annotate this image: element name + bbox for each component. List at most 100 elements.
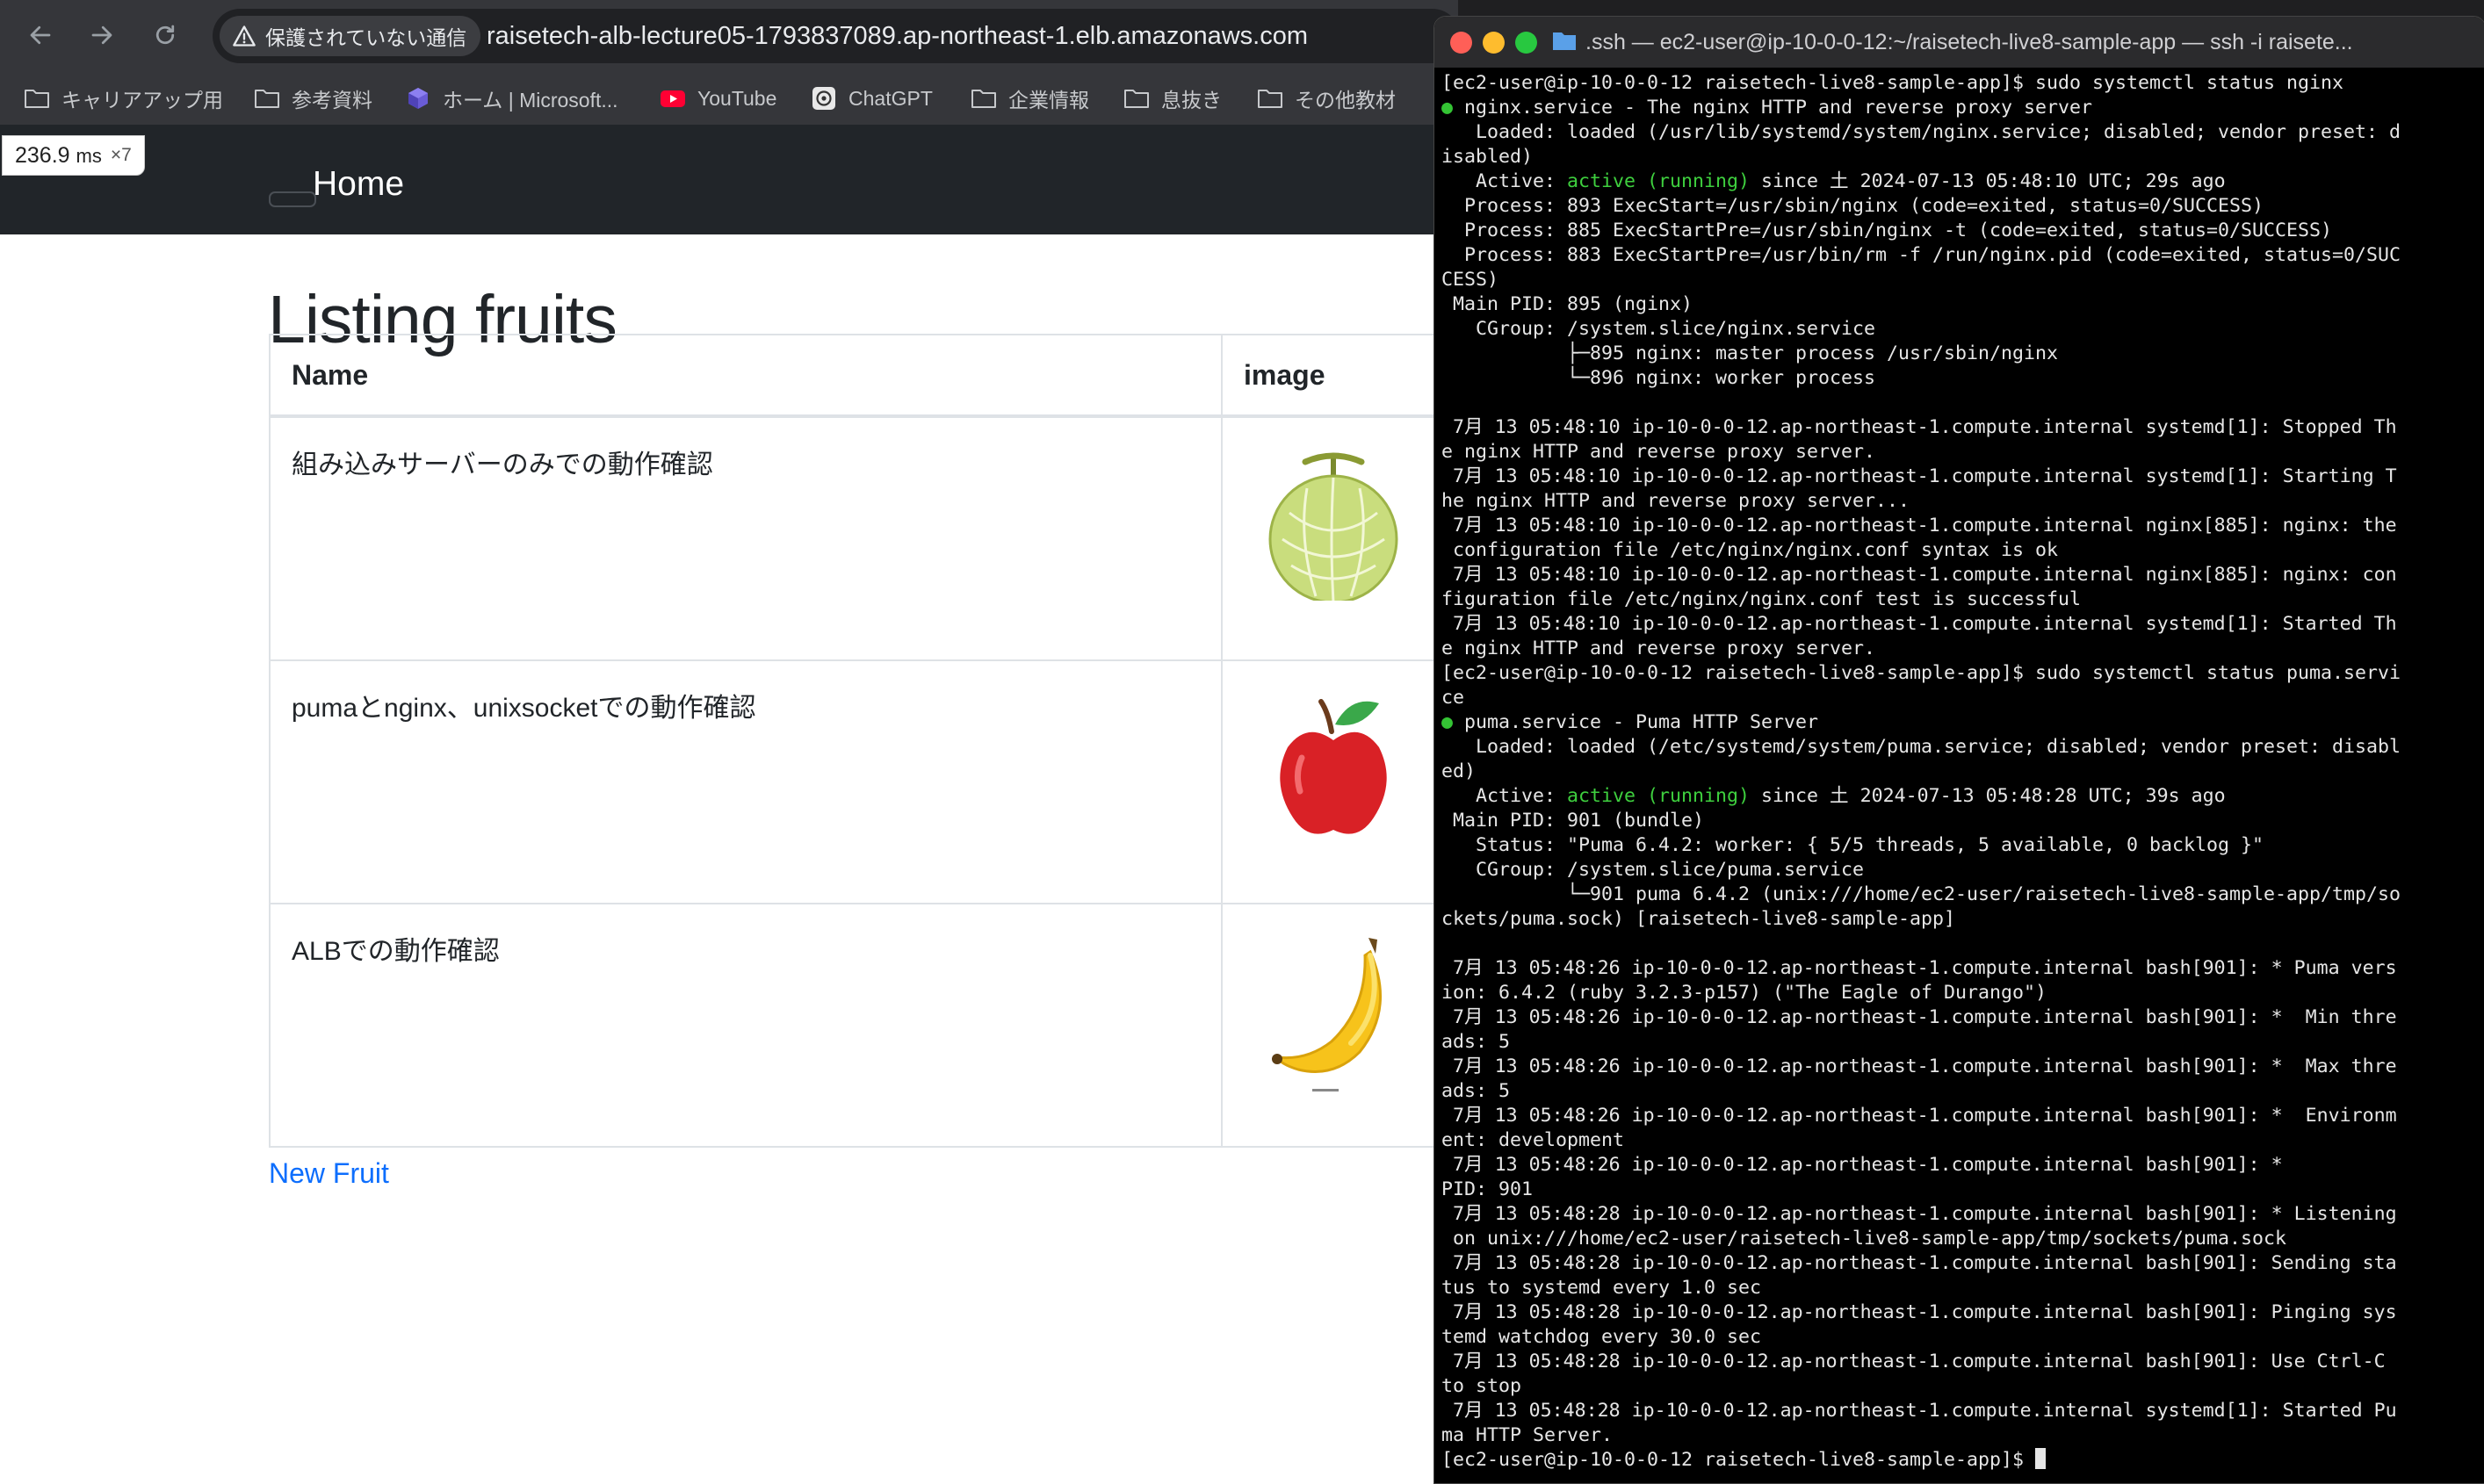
folder-icon bbox=[25, 90, 49, 108]
terminal-line: 7月 13 05:48:28 ip-10-0-0-12.ap-northeast… bbox=[1441, 1203, 2397, 1225]
perf-multiplier: ×7 bbox=[110, 145, 132, 165]
browser-toolbar: 保護されていない通信 raisetech-alb-lecture05-17938… bbox=[0, 0, 1460, 72]
terminal-line: Main PID: 895 (nginx) bbox=[1441, 293, 1693, 315]
banana-image bbox=[1272, 938, 1383, 1091]
navbar-toggler[interactable] bbox=[269, 191, 316, 207]
bookmark-youtube[interactable]: YouTube bbox=[659, 72, 776, 125]
bookmark-companies[interactable]: 企業情報 bbox=[970, 72, 1089, 125]
terminal-line: 7月 13 05:48:26 ip-10-0-0-12.ap-northeast… bbox=[1441, 1055, 2397, 1077]
terminal-line: 7月 13 05:48:26 ip-10-0-0-12.ap-northeast… bbox=[1441, 1006, 2397, 1028]
terminal-line: configuration file /etc/nginx/nginx.conf… bbox=[1441, 539, 2059, 561]
terminal-line: CGroup: /system.slice/puma.service bbox=[1441, 859, 1865, 881]
reload-button[interactable] bbox=[142, 12, 188, 58]
terminal-line: Process: 893 ExecStart=/usr/sbin/nginx (… bbox=[1441, 195, 2264, 217]
bookmarks-bar: キャリアアップ用 参考資料 ホーム | Microsoft... YouTube… bbox=[0, 72, 1458, 126]
new-fruit-link[interactable]: New Fruit bbox=[269, 1157, 389, 1190]
terminal-line: Status: "Puma 6.4.2: worker: { 5/5 threa… bbox=[1441, 834, 2264, 856]
terminal-line: [ec2-user@ip-10-0-0-12 raisetech-live8-s… bbox=[1441, 1448, 2478, 1473]
bookmark-microsoft[interactable]: ホーム | Microsoft... bbox=[404, 72, 618, 125]
forward-button[interactable] bbox=[79, 12, 125, 58]
folder-icon bbox=[1124, 90, 1149, 108]
address-bar[interactable]: 保護されていない通信 raisetech-alb-lecture05-17938… bbox=[213, 9, 1460, 63]
warning-icon bbox=[233, 25, 256, 47]
terminal-title: .ssh — ec2-user@ip-10-0-0-12:~/raisetech… bbox=[1585, 30, 2353, 54]
terminal-line: Loaded: loaded (/usr/lib/systemd/system/… bbox=[1441, 121, 2401, 143]
terminal-line: Active: active (running) since 土 2024-07… bbox=[1441, 785, 2226, 807]
bookmark-break[interactable]: 息抜き bbox=[1123, 72, 1222, 125]
terminal-line: ed) bbox=[1441, 760, 1477, 782]
terminal-line: Process: 885 ExecStartPre=/usr/sbin/ngin… bbox=[1441, 220, 2333, 241]
app-navbar bbox=[0, 125, 1458, 234]
security-label: 保護されていない通信 bbox=[265, 26, 467, 49]
terminal-line: CESS) bbox=[1441, 269, 1499, 291]
close-icon[interactable] bbox=[1450, 32, 1472, 54]
fruit-name: pumaとnginx、unixsocketでの動作確認 bbox=[269, 659, 1223, 904]
terminal-line: tus to systemd every 1.0 sec bbox=[1441, 1277, 1762, 1299]
chatgpt-icon bbox=[812, 87, 835, 110]
performance-badge[interactable]: 236.9 ms ×7 bbox=[2, 135, 145, 176]
bookmark-other-materials[interactable]: その他教材 bbox=[1256, 72, 1396, 125]
bookmark-references[interactable]: 参考資料 bbox=[253, 72, 372, 125]
terminal-line: ma HTTP Server. bbox=[1441, 1424, 1614, 1446]
terminal-line: 7月 13 05:48:26 ip-10-0-0-12.ap-northeast… bbox=[1441, 1105, 2397, 1127]
terminal-line: e nginx HTTP and reverse proxy server. bbox=[1441, 638, 1876, 659]
perf-value: 236.9 ms bbox=[15, 142, 102, 168]
terminal-line: Process: 883 ExecStartPre=/usr/bin/rm -f… bbox=[1441, 244, 2401, 266]
youtube-icon bbox=[661, 90, 685, 107]
table-row: 組み込みサーバーのみでの動作確認 bbox=[269, 415, 1463, 661]
table-row: pumaとnginx、unixsocketでの動作確認 bbox=[269, 659, 1463, 904]
fruit-image-cell bbox=[1221, 659, 1463, 904]
terminal-cursor bbox=[2035, 1448, 2047, 1469]
microsoft-learn-icon bbox=[408, 88, 428, 109]
terminal-line: Active: active (running) since 土 2024-07… bbox=[1441, 170, 2226, 192]
terminal-line: ads: 5 bbox=[1441, 1080, 1511, 1102]
terminal-line: └─896 nginx: worker process bbox=[1441, 367, 1876, 389]
terminal-line: to stop bbox=[1441, 1375, 1522, 1397]
table-header-row: Name image bbox=[269, 334, 1463, 418]
terminal-line: ce bbox=[1441, 687, 1465, 709]
fruit-image-cell bbox=[1221, 903, 1463, 1148]
bookmark-career[interactable]: キャリアアップ用 bbox=[23, 72, 223, 125]
url-text[interactable]: raisetech-alb-lecture05-1793837089.ap-no… bbox=[487, 9, 1308, 63]
terminal-window: .ssh — ec2-user@ip-10-0-0-12:~/raisetech… bbox=[1433, 16, 2484, 1484]
terminal-output[interactable]: [ec2-user@ip-10-0-0-12 raisetech-live8-s… bbox=[1441, 71, 2478, 1473]
terminal-line: [ec2-user@ip-10-0-0-12 raisetech-live8-s… bbox=[1441, 662, 2401, 684]
browser-window: 保護されていない通信 raisetech-alb-lecture05-17938… bbox=[0, 0, 1463, 1484]
folder-icon bbox=[1553, 32, 1576, 50]
terminal-line: 7月 13 05:48:26 ip-10-0-0-12.ap-northeast… bbox=[1441, 957, 2397, 979]
terminal-line: Loaded: loaded (/etc/systemd/system/puma… bbox=[1441, 736, 2401, 758]
fruit-image-cell bbox=[1221, 415, 1463, 661]
apple-image bbox=[1280, 699, 1387, 834]
folder-icon bbox=[1258, 90, 1282, 108]
terminal-line: 7月 13 05:48:28 ip-10-0-0-12.ap-northeast… bbox=[1441, 1252, 2397, 1274]
melon-image bbox=[1268, 452, 1398, 604]
terminal-line: CGroup: /system.slice/nginx.service bbox=[1441, 318, 1876, 340]
fruit-name: 組み込みサーバーのみでの動作確認 bbox=[269, 415, 1223, 661]
fruits-table: Name image 組み込みサーバーのみでの動作確認 pumaとnginx、u… bbox=[269, 334, 1463, 1148]
terminal-titlebar: .ssh — ec2-user@ip-10-0-0-12:~/raisetech… bbox=[1434, 17, 2484, 68]
terminal-line: PID: 901 bbox=[1441, 1178, 1534, 1200]
terminal-line: 7月 13 05:48:10 ip-10-0-0-12.ap-northeast… bbox=[1441, 613, 2397, 635]
security-chip[interactable]: 保護されていない通信 bbox=[220, 16, 481, 56]
reload-icon bbox=[155, 25, 175, 45]
terminal-line: isabled) bbox=[1441, 146, 1534, 168]
table-row: ALBでの動作確認 bbox=[269, 903, 1463, 1148]
minimize-icon[interactable] bbox=[1483, 32, 1505, 54]
column-header-image: image bbox=[1221, 334, 1463, 418]
terminal-line: 7月 13 05:48:28 ip-10-0-0-12.ap-northeast… bbox=[1441, 1400, 2397, 1422]
terminal-line: 7月 13 05:48:10 ip-10-0-0-12.ap-northeast… bbox=[1441, 564, 2397, 586]
terminal-line: 7月 13 05:48:10 ip-10-0-0-12.ap-northeast… bbox=[1441, 515, 2397, 537]
terminal-line: he nginx HTTP and reverse proxy server..… bbox=[1441, 490, 1910, 512]
bookmark-chatgpt[interactable]: ChatGPT bbox=[810, 72, 933, 125]
terminal-line: ● puma.service - Puma HTTP Server bbox=[1441, 711, 1819, 733]
terminal-line: e nginx HTTP and reverse proxy server. bbox=[1441, 441, 1876, 463]
back-button[interactable] bbox=[18, 12, 63, 58]
terminal-line: temd watchdog every 30.0 sec bbox=[1441, 1326, 1762, 1348]
folder-icon bbox=[971, 90, 996, 108]
navbar-brand-home[interactable]: Home bbox=[313, 165, 404, 204]
terminal-line: 7月 13 05:48:28 ip-10-0-0-12.ap-northeast… bbox=[1441, 1301, 2397, 1323]
terminal-line: 7月 13 05:48:26 ip-10-0-0-12.ap-northeast… bbox=[1441, 1154, 2283, 1176]
zoom-icon[interactable] bbox=[1515, 32, 1537, 54]
